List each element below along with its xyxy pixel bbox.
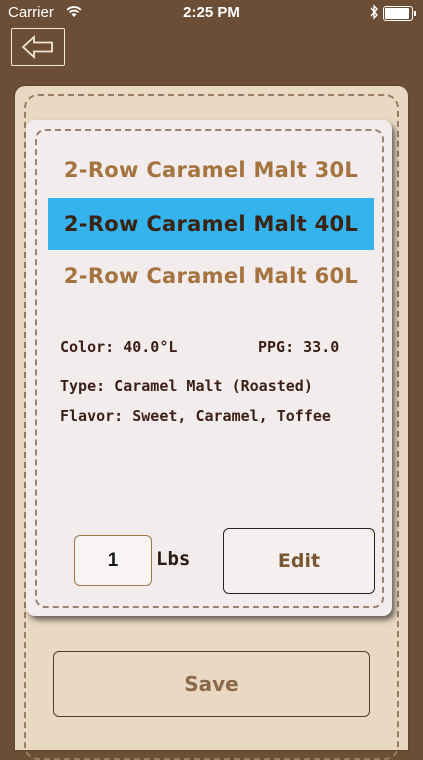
back-button[interactable]	[11, 28, 65, 66]
malt-detail-card: 2-Row Caramel Malt 30L 2-Row Caramel Mal…	[26, 120, 392, 616]
picker-item-caramel-40l[interactable]: 2-Row Caramel Malt 40L	[48, 198, 374, 250]
back-arrow-icon	[21, 35, 53, 59]
status-bar: Carrier 2:25 PM	[0, 0, 423, 26]
ppg-value: PPG: 33.0	[258, 338, 340, 356]
bluetooth-icon	[370, 4, 378, 20]
picker-item-caramel-30l[interactable]: 2-Row Caramel Malt 30L	[48, 144, 374, 196]
edit-button[interactable]: Edit	[223, 528, 375, 594]
navigation-bar	[0, 26, 423, 76]
unit-label: Lbs	[156, 548, 191, 570]
type-value: Type: Caramel Malt (Roasted)	[60, 377, 313, 395]
quantity-field[interactable]: 1	[74, 535, 152, 586]
picker-item-caramel-60l[interactable]: 2-Row Caramel Malt 60L	[48, 250, 374, 302]
battery-icon	[383, 6, 416, 21]
status-time: 2:25 PM	[183, 4, 240, 21]
color-value: Color: 40.0°L	[60, 338, 178, 356]
battery-level	[385, 8, 409, 19]
flavor-value: Flavor: Sweet, Caramel, Toffee	[60, 407, 331, 425]
save-button[interactable]: Save	[53, 651, 370, 717]
